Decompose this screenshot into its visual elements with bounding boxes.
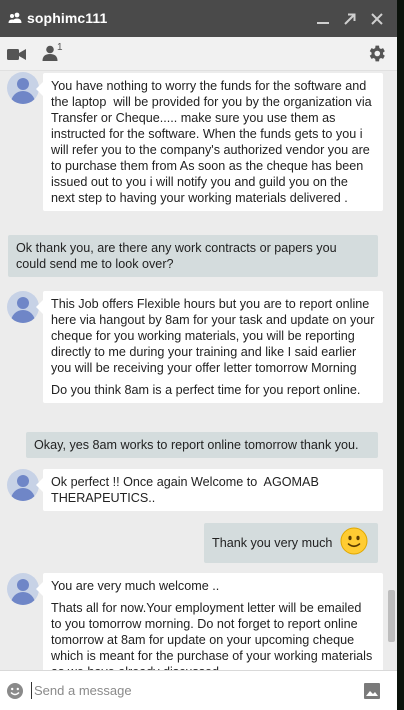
message-input[interactable] (34, 679, 354, 701)
message-composer (0, 670, 397, 710)
attach-image-icon[interactable] (364, 683, 380, 699)
outgoing-message: Ok thank you, are there any work contrac… (8, 235, 378, 277)
outgoing-message: Okay, yes 8am works to report online tom… (26, 432, 378, 458)
participant-count: 1 (57, 42, 63, 53)
message-text: Ok thank you, are there any work contrac… (16, 241, 341, 271)
pop-out-icon[interactable] (341, 10, 359, 28)
message-text: This Job offers Flexible hours but you a… (51, 297, 378, 375)
message-text: Ok perfect !! Once again Welcome to AGOM… (51, 475, 323, 505)
emoji-picker-icon[interactable] (6, 682, 24, 700)
hangouts-chat-window: sophimc111 1 You have nothing to worry t… (0, 0, 397, 710)
message-text: You are very much welcome .. (51, 579, 220, 593)
settings-gear-icon[interactable] (366, 43, 387, 64)
contact-avatar[interactable] (7, 72, 39, 104)
text-cursor (31, 682, 32, 699)
group-icon (8, 12, 22, 23)
video-call-icon[interactable] (7, 48, 26, 61)
message-text: Thats all for now.Your employment letter… (51, 601, 373, 670)
title-bar[interactable]: sophimc111 (0, 0, 397, 37)
window-edge (397, 0, 404, 710)
message-text: Okay, yes 8am works to report online tom… (34, 438, 359, 452)
message-list[interactable]: You have nothing to worry the funds for … (0, 71, 397, 670)
slightly-smiling-face-icon (340, 527, 368, 555)
close-icon[interactable] (368, 10, 386, 28)
minimize-icon[interactable] (314, 10, 332, 28)
chat-toolbar: 1 (0, 37, 397, 71)
incoming-message: You are very much welcome .. Thats all f… (36, 573, 383, 670)
message-text: Do you think 8am is a perfect time for y… (51, 383, 361, 397)
contact-avatar[interactable] (7, 469, 39, 501)
incoming-message: Ok perfect !! Once again Welcome to AGOM… (36, 469, 383, 511)
contact-avatar[interactable] (7, 291, 39, 323)
incoming-message: You have nothing to worry the funds for … (36, 73, 383, 211)
message-scrollbar[interactable] (388, 590, 395, 642)
message-text: You have nothing to worry the funds for … (51, 79, 375, 205)
incoming-message: This Job offers Flexible hours but you a… (36, 291, 383, 403)
conversation-title: sophimc111 (27, 10, 108, 26)
participants-icon[interactable] (42, 45, 58, 61)
contact-avatar[interactable] (7, 573, 39, 605)
